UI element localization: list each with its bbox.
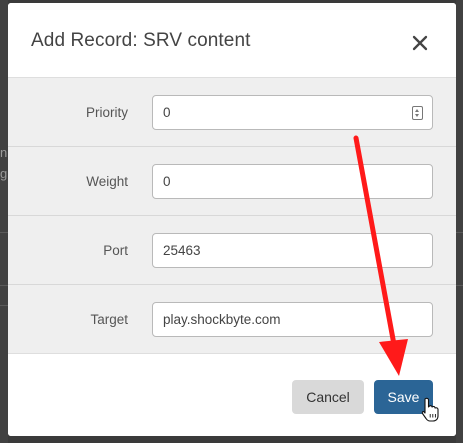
dialog-body: Priority 0 Weight 0 Port 25463 Target pl…: [8, 78, 456, 353]
target-input[interactable]: play.shockbyte.com: [152, 302, 433, 337]
backdrop-glyph: g: [0, 166, 8, 181]
backdrop-glyph: n: [0, 145, 8, 160]
priority-label: Priority: [85, 105, 128, 120]
priority-value: 0: [163, 105, 171, 120]
cancel-button[interactable]: Cancel: [292, 380, 364, 414]
port-label: Port: [103, 243, 128, 258]
save-button[interactable]: Save: [374, 380, 433, 414]
weight-value: 0: [163, 174, 171, 189]
weight-label: Weight: [86, 174, 128, 189]
port-input[interactable]: 25463: [152, 233, 433, 268]
target-value: play.shockbyte.com: [163, 312, 281, 327]
form-row-priority: Priority 0: [8, 78, 456, 147]
close-icon: [412, 35, 428, 51]
weight-input[interactable]: 0: [152, 164, 433, 199]
dialog-title: Add Record: SRV content: [31, 30, 251, 51]
add-record-dialog: Add Record: SRV content Priority 0 Weigh…: [8, 3, 456, 436]
backdrop-divider: [0, 232, 8, 233]
form-row-weight: Weight 0: [8, 147, 456, 216]
dialog-header: Add Record: SRV content: [8, 3, 456, 78]
backdrop-divider: [456, 232, 463, 233]
close-button[interactable]: [408, 31, 432, 55]
priority-input[interactable]: 0: [152, 95, 433, 130]
spinner-icon[interactable]: [412, 106, 423, 120]
port-value: 25463: [163, 243, 201, 258]
backdrop-divider: [456, 285, 463, 286]
form-row-port: Port 25463: [8, 216, 456, 285]
backdrop-divider: [0, 285, 8, 286]
backdrop-left-edge: [0, 0, 8, 443]
dialog-footer: Cancel Save: [8, 353, 456, 436]
form-row-target: Target play.shockbyte.com: [8, 285, 456, 354]
target-label: Target: [90, 312, 128, 327]
backdrop-right-edge: [456, 0, 463, 443]
backdrop-divider: [0, 305, 8, 306]
